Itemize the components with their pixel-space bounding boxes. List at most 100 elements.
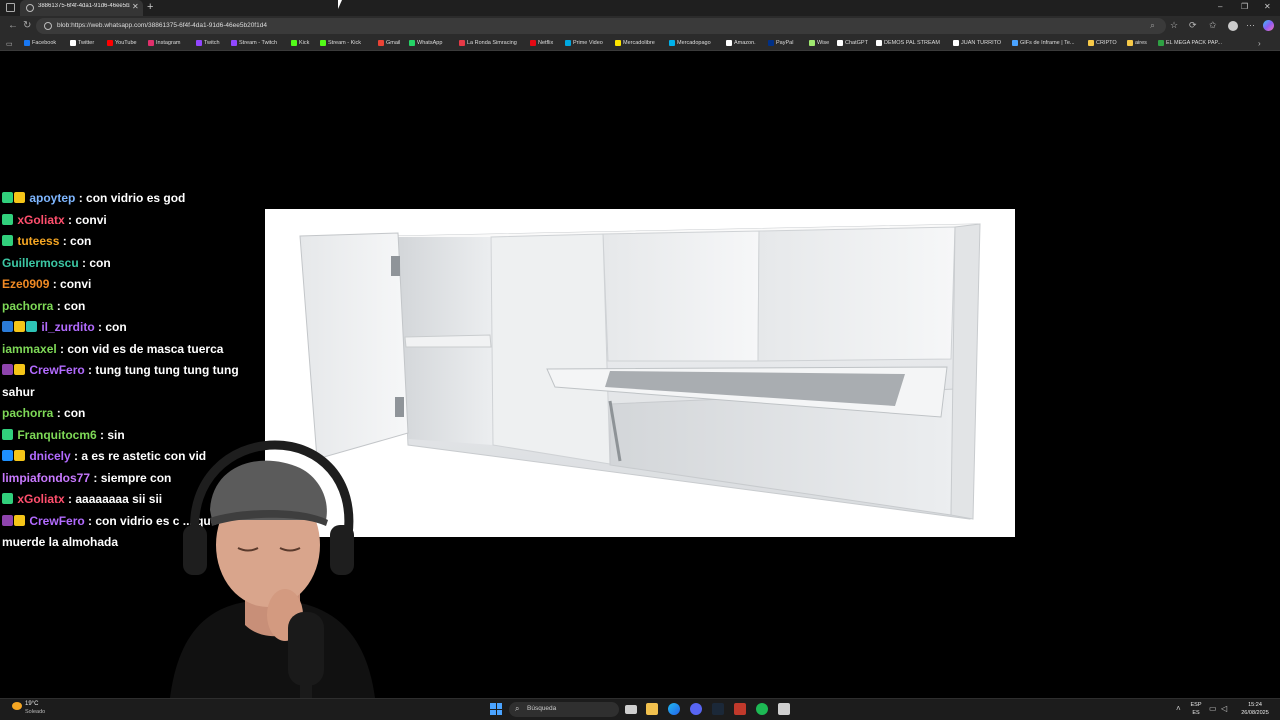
app-window-icon[interactable] <box>778 703 790 715</box>
chevron-up-icon[interactable]: ˄ <box>1176 704 1181 714</box>
windows-taskbar: 19°C Soleado ⌕ Búsqueda ˄ ESP ES ▭ ◁ 15:… <box>0 698 1280 720</box>
chat-separator: : <box>59 234 71 248</box>
new-tab-button[interactable]: + <box>147 1 153 13</box>
bookmark-item[interactable]: Facebook <box>24 40 56 46</box>
bookmark-item[interactable]: YouTube <box>107 40 137 46</box>
chat-username[interactable]: limpiafondos77 <box>2 471 90 485</box>
bookmark-item[interactable]: Mercadopago <box>669 40 711 46</box>
close-window-icon[interactable]: ✕ <box>1264 2 1271 12</box>
bookmark-item[interactable]: EL MEGA PACK PAP... <box>1158 40 1222 46</box>
chat-username[interactable]: CrewFero <box>29 363 84 377</box>
tab-title: 38861375-6f4f-4da1-91d6-46ee5b20f1d4 <box>38 3 130 9</box>
bookmark-item[interactable]: Stream - Kick <box>320 40 361 46</box>
chat-badge-icon <box>14 450 25 461</box>
bookmark-item[interactable]: Instagram <box>148 40 180 46</box>
bookmark-item[interactable]: La Ronda Simracing <box>459 40 517 46</box>
bookmark-label: Stream - Kick <box>328 40 362 46</box>
bookmark-item[interactable]: PayPal <box>768 40 793 46</box>
chat-username[interactable]: CrewFero <box>29 514 84 528</box>
chat-message: pachorra : con <box>2 403 248 425</box>
favorite-star-icon[interactable]: ☆ <box>1170 20 1178 31</box>
chevron-right-icon[interactable]: › <box>1258 39 1261 48</box>
chat-badge-icon <box>2 493 13 504</box>
task-view-icon[interactable] <box>625 705 637 714</box>
chat-message: xGoliatx : convi <box>2 210 248 232</box>
address-bar[interactable]: blob:https://web.whatsapp.com/38861375-6… <box>36 18 1166 34</box>
language-code[interactable]: ESP <box>1188 702 1204 708</box>
bookmark-label: Mercadolibre <box>623 40 655 46</box>
chat-username[interactable]: pachorra <box>2 299 53 313</box>
chat-separator: : <box>49 277 61 291</box>
clock-time[interactable]: 15:24 <box>1236 702 1274 708</box>
bookmark-item[interactable]: Netflix <box>530 40 553 46</box>
chat-text: con <box>70 234 92 248</box>
bookmark-item[interactable]: Kick <box>291 40 309 46</box>
bookmark-item[interactable]: GIFs de Inframe | Te... <box>1012 40 1075 46</box>
bookmark-item[interactable]: Mercadolibre <box>615 40 655 46</box>
chat-badge-icon <box>2 450 13 461</box>
more-icon[interactable]: ⋯ <box>1246 20 1255 31</box>
refresh-icon[interactable]: ↻ <box>23 20 31 32</box>
copilot-icon[interactable] <box>1263 20 1274 31</box>
minimize-icon[interactable]: – <box>1218 2 1222 12</box>
spotify-icon[interactable] <box>756 703 768 715</box>
file-explorer-icon[interactable] <box>646 703 658 715</box>
extensions-icon[interactable]: ⟳ <box>1189 20 1197 31</box>
weather-condition[interactable]: Soleado <box>25 709 45 715</box>
discord-icon[interactable] <box>690 703 702 715</box>
volume-icon[interactable]: ◁ <box>1221 704 1227 714</box>
chat-username[interactable]: iammaxel <box>2 342 57 356</box>
bookmark-item[interactable]: Gmail <box>378 40 400 46</box>
game-app-icon[interactable] <box>734 703 746 715</box>
bookmark-item[interactable]: DEMOS PAL STREAM <box>876 40 940 46</box>
chat-username[interactable]: apoytep <box>29 191 75 205</box>
bookmark-item[interactable]: Stream - Twitch <box>231 40 277 46</box>
taskbar-search[interactable]: ⌕ Búsqueda <box>509 702 619 717</box>
bookmark-item[interactable]: aires <box>1127 40 1147 46</box>
bookmark-favicon-icon <box>837 40 843 46</box>
clock-date[interactable]: 26/08/2025 <box>1236 710 1274 716</box>
bookmark-favicon-icon <box>768 40 774 46</box>
bookmark-item[interactable]: WhatsApp <box>409 40 442 46</box>
chat-username[interactable]: xGoliatx <box>17 213 64 227</box>
chat-separator: : <box>90 470 101 485</box>
chat-username[interactable]: Franquitocm6 <box>17 428 96 442</box>
bookmark-item[interactable]: ChatGPT <box>837 40 868 46</box>
bookmark-item[interactable]: Amazon. <box>726 40 756 46</box>
chat-username[interactable]: xGoliatx <box>17 492 64 506</box>
weather-temp[interactable]: 19°C <box>25 701 38 707</box>
tab-active[interactable]: 38861375-6f4f-4da1-91d6-46ee5b20f1d4 ✕ <box>20 0 143 16</box>
bookmark-item[interactable]: CRIPTO <box>1088 40 1117 46</box>
bookmark-label: Facebook <box>32 40 57 46</box>
tab-actions-icon[interactable] <box>6 3 15 12</box>
bookmark-item[interactable]: Prime Video <box>565 40 603 46</box>
apps-icon[interactable]: ▭ <box>6 40 13 48</box>
bookmark-item[interactable]: Twitch <box>196 40 220 46</box>
bookmark-item[interactable]: Twitter <box>70 40 94 46</box>
chat-username[interactable]: il_zurdito <box>41 320 94 334</box>
steam-icon[interactable] <box>712 703 724 715</box>
restore-icon[interactable]: ❐ <box>1241 2 1248 12</box>
chat-username[interactable]: tuteess <box>17 234 59 248</box>
chat-username[interactable]: dnicely <box>29 449 70 463</box>
network-icon[interactable]: ▭ <box>1209 704 1217 714</box>
back-icon[interactable]: ← <box>8 20 18 32</box>
zoom-icon[interactable]: ⌕ <box>1150 20 1155 31</box>
chat-username[interactable]: Guillermoscu <box>2 256 79 270</box>
edge-icon[interactable] <box>668 703 680 715</box>
bookmark-item[interactable]: Wise <box>809 40 829 46</box>
profile-avatar[interactable] <box>1228 21 1238 31</box>
chat-badge-icon <box>26 321 37 332</box>
site-info-icon[interactable] <box>44 22 52 30</box>
start-button[interactable] <box>490 703 502 715</box>
bookmark-item[interactable]: JUAN TURRITO <box>953 40 1001 46</box>
favorites-icon[interactable]: ✩ <box>1209 20 1217 31</box>
browser-toolbar: ← ↻ blob:https://web.whatsapp.com/388613… <box>0 16 1280 37</box>
bookmark-label: EL MEGA PACK PAP... <box>1166 40 1223 46</box>
bookmark-favicon-icon <box>669 40 675 46</box>
language-region[interactable]: ES <box>1188 710 1204 716</box>
sun-icon[interactable] <box>12 702 22 710</box>
chat-username[interactable]: Eze0909 <box>2 277 49 291</box>
close-icon[interactable]: ✕ <box>132 2 139 12</box>
chat-username[interactable]: pachorra <box>2 406 53 420</box>
